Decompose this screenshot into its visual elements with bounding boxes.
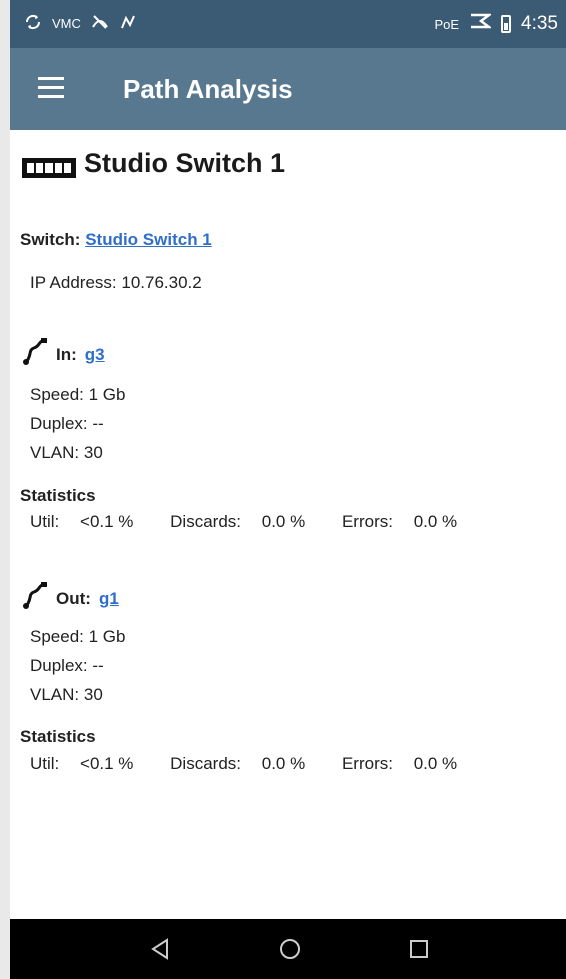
in-speed-value: 1 Gb bbox=[88, 385, 126, 404]
in-errors: Errors: 0.0 % bbox=[341, 512, 458, 531]
cable-out-icon bbox=[22, 582, 48, 615]
ip-row: IP Address: 10.76.30.2 bbox=[30, 273, 202, 293]
in-util: Util: <0.1 % bbox=[30, 512, 134, 531]
in-discards: Discards: 0.0 % bbox=[170, 512, 306, 531]
out-errors: Errors: 0.0 % bbox=[341, 754, 458, 773]
clock: 4:35 bbox=[521, 13, 558, 34]
switch-label: Switch: bbox=[20, 230, 81, 249]
in-speed-label: Speed: bbox=[30, 385, 84, 404]
home-icon[interactable] bbox=[278, 937, 302, 966]
sync-icon bbox=[24, 13, 42, 34]
ip-label: IP Address: bbox=[30, 273, 117, 292]
out-speed-row: Speed: 1 Gb bbox=[30, 627, 125, 647]
in-label: In: bbox=[56, 344, 77, 364]
out-vlan-label: VLAN: bbox=[30, 685, 80, 704]
out-duplex-label: Duplex: bbox=[30, 656, 88, 675]
status-right: PoE 4:35 bbox=[434, 11, 558, 37]
device-header: Studio Switch 1 bbox=[22, 148, 285, 179]
menu-icon[interactable] bbox=[38, 77, 64, 98]
back-icon[interactable] bbox=[149, 937, 171, 966]
out-statistics-heading: Statistics bbox=[20, 727, 96, 746]
cable-in-icon bbox=[22, 338, 48, 371]
recents-icon[interactable] bbox=[408, 937, 430, 966]
in-port-link[interactable]: g3 bbox=[85, 345, 105, 365]
in-speed-row: Speed: 1 Gb bbox=[30, 385, 125, 405]
in-vlan-value: 30 bbox=[83, 443, 103, 462]
out-speed-value: 1 Gb bbox=[88, 627, 126, 646]
vmc-label: VMC bbox=[52, 16, 81, 31]
out-speed-label: Speed: bbox=[30, 627, 84, 646]
in-statistics-row: Util: <0.1 % Discards: 0.0 % Errors: 0.0… bbox=[30, 512, 489, 532]
out-port-row: Out: g1 bbox=[22, 582, 119, 615]
in-port-row: In: g3 bbox=[22, 338, 105, 371]
signal-off-icon bbox=[91, 13, 109, 34]
in-duplex-value: -- bbox=[92, 414, 104, 433]
network-icon bbox=[469, 11, 493, 37]
out-label: Out: bbox=[56, 588, 91, 608]
out-discards: Discards: 0.0 % bbox=[170, 754, 306, 773]
switch-row: Switch: Studio Switch 1 bbox=[20, 230, 212, 250]
status-bar: VMC PoE 4:35 bbox=[10, 0, 566, 48]
out-duplex-row: Duplex: -- bbox=[30, 656, 104, 676]
out-util: Util: <0.1 % bbox=[30, 754, 134, 773]
ip-value: 10.76.30.2 bbox=[121, 273, 202, 292]
in-statistics-heading: Statistics bbox=[20, 486, 96, 505]
out-statistics-row: Util: <0.1 % Discards: 0.0 % Errors: 0.0… bbox=[30, 754, 489, 774]
app-bar: Path Analysis bbox=[10, 48, 566, 130]
out-vlan-value: 30 bbox=[83, 685, 103, 704]
in-duplex-label: Duplex: bbox=[30, 414, 88, 433]
status-left: VMC bbox=[24, 13, 137, 34]
poe-label: PoE bbox=[434, 16, 460, 32]
phone-screen: VMC PoE 4:35 Path Analysis Studio Switch… bbox=[10, 0, 566, 979]
navigation-bar bbox=[10, 919, 566, 979]
device-title: Studio Switch 1 bbox=[84, 148, 286, 178]
in-vlan-label: VLAN: bbox=[30, 443, 80, 462]
out-vlan-row: VLAN: 30 bbox=[30, 685, 103, 705]
out-port-link[interactable]: g1 bbox=[99, 589, 119, 609]
in-duplex-row: Duplex: -- bbox=[30, 414, 104, 434]
in-vlan-row: VLAN: 30 bbox=[30, 443, 103, 463]
page-title: Path Analysis bbox=[123, 74, 293, 104]
switch-icon bbox=[22, 157, 76, 178]
link-icon bbox=[119, 13, 137, 34]
switch-link[interactable]: Studio Switch 1 bbox=[85, 230, 212, 249]
out-duplex-value: -- bbox=[92, 656, 104, 675]
battery-icon bbox=[501, 15, 512, 33]
